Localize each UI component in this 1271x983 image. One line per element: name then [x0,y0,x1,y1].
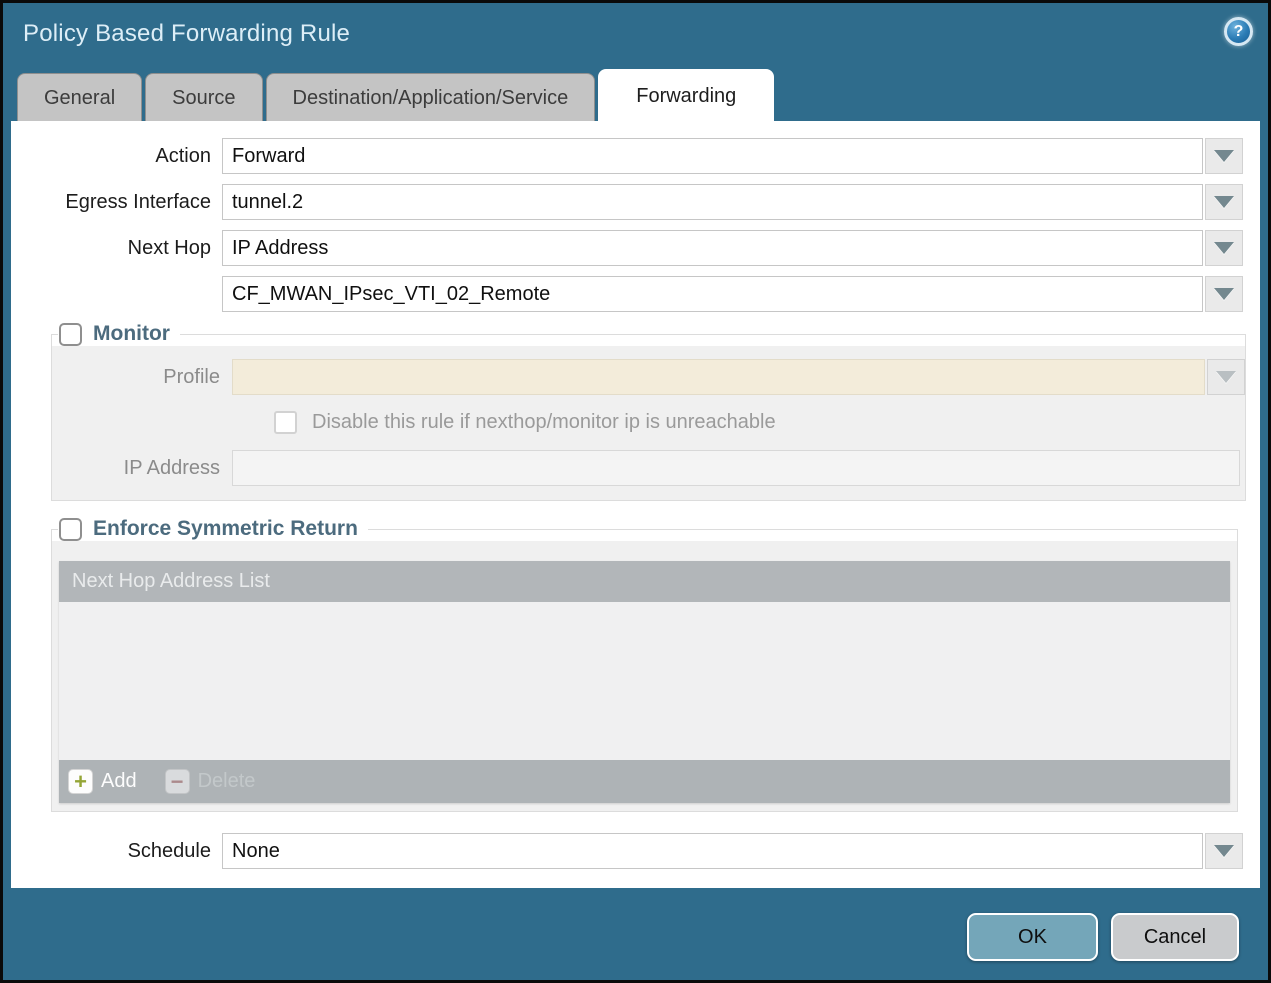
page-title: Policy Based Forwarding Rule [23,20,350,48]
action-combo [222,138,1243,174]
next-hop-address-list-header: Next Hop Address List [59,561,1230,602]
add-button-label: Add [101,770,137,793]
tab-forwarding[interactable]: Forwarding [598,69,774,121]
disable-rule-row: Disable this rule if nexthop/monitor ip … [274,411,1245,434]
next-hop-address-list-body[interactable] [59,602,1230,760]
action-input[interactable] [222,138,1203,174]
profile-row: Profile [52,359,1245,395]
monitor-legend: Monitor [58,322,180,346]
egress-interface-dropdown-button[interactable] [1205,184,1243,220]
next-hop-address-input[interactable] [222,276,1203,312]
schedule-dropdown-button[interactable] [1205,833,1243,869]
delete-button-label: Delete [198,770,256,793]
profile-label: Profile [52,366,232,389]
action-row: Action [11,138,1260,174]
tab-bar: General Source Destination/Application/S… [3,65,1268,121]
egress-interface-label: Egress Interface [11,191,222,214]
title-bar: Policy Based Forwarding Rule ? [3,3,1268,65]
profile-dropdown-button [1207,359,1245,395]
dialog-window: Policy Based Forwarding Rule ? General S… [0,0,1271,983]
next-hop-label: Next Hop [11,237,222,260]
schedule-row: Schedule [11,833,1260,869]
monitor-checkbox[interactable] [59,323,82,346]
schedule-label: Schedule [11,840,222,863]
plus-icon: + [68,769,93,794]
minus-icon: − [165,769,190,794]
enforce-symmetric-return-checkbox[interactable] [59,518,82,541]
schedule-input[interactable] [222,833,1203,869]
enforce-symmetric-return-legend-label: Enforce Symmetric Return [93,517,358,541]
chevron-down-icon [1214,196,1234,208]
monitor-ip-address-row: IP Address [52,450,1245,486]
monitor-ip-address-input [232,450,1240,486]
next-hop-address-combo [222,276,1243,312]
chevron-down-icon [1214,150,1234,162]
tab-destination-application-service[interactable]: Destination/Application/Service [266,73,596,121]
ok-button[interactable]: OK [967,913,1098,961]
profile-combo [232,359,1245,395]
next-hop-row: Next Hop [11,230,1260,266]
next-hop-type-combo [222,230,1243,266]
enforce-symmetric-return-section: Enforce Symmetric Return Next Hop Addres… [51,517,1238,812]
next-hop-address-table: Next Hop Address List + Add − Delete [59,561,1230,803]
monitor-body: Profile Disable this rule if nexthop/mon… [52,346,1245,500]
forwarding-tab-panel: Action Egress Interface Next Hop [11,121,1260,888]
egress-interface-row: Egress Interface [11,184,1260,220]
delete-button: − Delete [165,769,256,794]
action-label: Action [11,145,222,168]
symmetric-return-body: Next Hop Address List + Add − Delete [52,541,1237,811]
enforce-symmetric-return-legend: Enforce Symmetric Return [58,517,368,541]
chevron-down-icon [1216,371,1236,383]
dialog-footer: OK Cancel [3,888,1268,983]
tab-source[interactable]: Source [145,73,262,121]
monitor-ip-address-label: IP Address [52,457,232,480]
egress-interface-combo [222,184,1243,220]
chevron-down-icon [1214,845,1234,857]
disable-rule-label: Disable this rule if nexthop/monitor ip … [312,411,776,434]
next-hop-type-dropdown-button[interactable] [1205,230,1243,266]
next-hop-type-input[interactable] [222,230,1203,266]
next-hop-address-dropdown-button[interactable] [1205,276,1243,312]
help-icon[interactable]: ? [1224,17,1253,46]
profile-input [232,359,1205,395]
egress-interface-input[interactable] [222,184,1203,220]
add-button[interactable]: + Add [68,769,137,794]
tab-general[interactable]: General [17,73,142,121]
cancel-button[interactable]: Cancel [1111,913,1239,961]
schedule-combo [222,833,1243,869]
action-dropdown-button[interactable] [1205,138,1243,174]
chevron-down-icon [1214,242,1234,254]
next-hop-address-row [11,276,1260,312]
chevron-down-icon [1214,288,1234,300]
monitor-legend-label: Monitor [93,322,170,346]
monitor-section: Monitor Profile Disable this rule if nex… [51,322,1246,501]
disable-rule-checkbox [274,411,297,434]
next-hop-address-list-footer: + Add − Delete [59,760,1230,803]
